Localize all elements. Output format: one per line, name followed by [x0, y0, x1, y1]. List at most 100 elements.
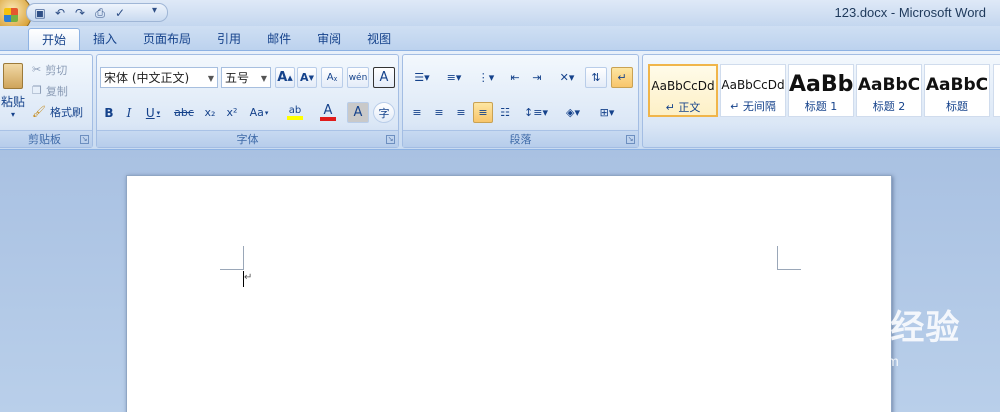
paint-bucket-icon: ◈▾: [566, 106, 580, 119]
character-border-label: A: [379, 70, 389, 85]
style-sample: AaBb: [789, 72, 853, 97]
customize-quick-access-icon[interactable]: ▾: [152, 5, 157, 16]
subscript-button[interactable]: x₂: [200, 102, 220, 123]
paragraph-launcher-icon[interactable]: ↘: [626, 135, 635, 144]
paste-dropdown-icon[interactable]: ▾: [11, 110, 15, 119]
style-name: 标题 2: [872, 100, 906, 113]
highlight-button[interactable]: ab: [279, 102, 311, 123]
format-painter-button[interactable]: 🖌 格式刷: [31, 101, 89, 122]
font-color-swatch: [320, 117, 336, 121]
change-case-button[interactable]: Aa ▾: [245, 102, 273, 123]
tab-view[interactable]: 视图: [354, 28, 404, 50]
decrease-indent-button[interactable]: ⇤: [505, 67, 525, 88]
style-name: 标题: [946, 100, 968, 113]
tab-mailings[interactable]: 邮件: [254, 28, 304, 50]
print-preview-icon[interactable]: ⎙: [93, 6, 107, 20]
style-title[interactable]: AaBbC 标题: [924, 64, 990, 117]
font-size-combo[interactable]: 五号 ▼: [221, 67, 271, 88]
show-hide-marks-button[interactable]: ↵: [611, 67, 633, 88]
font-launcher-icon[interactable]: ↘: [386, 135, 395, 144]
copy-label: 复制: [45, 84, 68, 98]
line-spacing-button[interactable]: ↕≡▾: [521, 102, 551, 123]
superscript-button[interactable]: x²: [222, 102, 242, 123]
font-color-button[interactable]: A: [313, 102, 343, 123]
character-shading-button[interactable]: A: [347, 102, 369, 123]
underline-button[interactable]: U ▾: [140, 102, 166, 123]
numbering-button[interactable]: ≡▾: [439, 67, 469, 88]
borders-icon: ⊞▾: [599, 106, 615, 119]
watermark-main: Bai du 经验: [770, 309, 961, 347]
style-no-spacing[interactable]: AaBbCcDd ↵ 无间隔: [720, 64, 786, 117]
enclose-characters-button[interactable]: 字: [373, 102, 395, 123]
quick-access-toolbar: ▣ ↶ ↷ ⎙ ✓: [26, 3, 168, 22]
style-name: ↵ 无间隔: [730, 100, 776, 113]
title-bar: ▣ ↶ ↷ ⎙ ✓ ▾ 123.docx - Microsoft Word: [0, 0, 1000, 34]
style-more-partial[interactable]: [993, 64, 1000, 117]
style-sample: AaBbC: [857, 75, 921, 95]
spelling-icon[interactable]: ✓: [113, 6, 127, 20]
style-sample: AaBbCcDd: [651, 79, 715, 93]
clipboard-launcher-icon[interactable]: ↘: [80, 135, 89, 144]
borders-button[interactable]: ⊞▾: [591, 102, 623, 123]
document-area: ↵: [0, 151, 1000, 412]
save-icon[interactable]: ▣: [33, 6, 47, 20]
clear-format-button[interactable]: Aᵪ: [321, 67, 343, 88]
multilevel-list-button[interactable]: ⋮▾: [471, 67, 501, 88]
line-spacing-icon: ↕≡▾: [524, 106, 548, 119]
cut-button[interactable]: ✂ 剪切: [31, 59, 89, 80]
tab-review[interactable]: 审阅: [304, 28, 354, 50]
office-logo-icon: [4, 8, 18, 22]
tab-insert[interactable]: 插入: [80, 28, 130, 50]
style-normal[interactable]: AaBbCcDd ↵ 正文: [648, 64, 718, 117]
superscript-label: x²: [226, 106, 238, 119]
paragraph-group: ☰▾ ≡▾ ⋮▾ ⇤ ⇥ ✕▾ ⇅ ↵ ≡ ≡ ≡ ≡ ☷ ↕≡▾ ◈▾ ⊞▾ …: [402, 54, 639, 148]
align-right-icon: ≡: [456, 106, 466, 119]
style-heading-2[interactable]: AaBbC 标题 2: [856, 64, 922, 117]
clipboard-group-label: 剪贴板: [0, 130, 92, 147]
tab-references[interactable]: 引用: [204, 28, 254, 50]
justify-icon: ≡: [478, 106, 488, 119]
increase-indent-button[interactable]: ⇥: [527, 67, 547, 88]
strikethrough-button[interactable]: abc: [170, 102, 198, 123]
highlight-color-swatch: [287, 116, 303, 120]
style-sample: AaBbCcDd: [721, 78, 785, 92]
distributed-button[interactable]: ☷: [495, 102, 515, 123]
cut-label: 剪切: [45, 63, 68, 77]
tab-home[interactable]: 开始: [28, 28, 81, 50]
shrink-font-button[interactable]: A ▼: [297, 67, 317, 88]
font-name-combo[interactable]: 宋体 (中文正文) ▼: [100, 67, 218, 88]
copy-button[interactable]: ❐ 复制: [31, 80, 89, 101]
chinese-layout-button[interactable]: ✕▾: [553, 67, 581, 88]
grow-font-button[interactable]: A ▲: [275, 67, 295, 88]
ribbon-tabs: 开始 插入 页面布局 引用 邮件 审阅 视图: [0, 26, 1000, 50]
clear-format-icon: Aᵪ: [326, 72, 338, 83]
shading-button[interactable]: ◈▾: [557, 102, 589, 123]
format-painter-label: 格式刷: [49, 105, 83, 119]
style-sample: AaBbC: [925, 75, 989, 95]
change-case-label: Aa: [249, 106, 264, 119]
italic-button[interactable]: I: [120, 102, 138, 123]
phonetic-guide-button[interactable]: wén: [347, 67, 369, 88]
font-size-value: 五号: [225, 71, 250, 85]
paste-button[interactable]: 粘贴 ▾: [0, 59, 27, 123]
justify-button[interactable]: ≡: [473, 102, 493, 123]
bold-button[interactable]: B: [100, 102, 118, 123]
align-center-button[interactable]: ≡: [429, 102, 449, 123]
tab-page-layout[interactable]: 页面布局: [130, 28, 204, 50]
bullets-button[interactable]: ☰▾: [407, 67, 437, 88]
clipboard-group: 粘贴 ▾ ✂ 剪切 ❐ 复制 🖌 格式刷 剪贴板 ↘: [0, 54, 93, 148]
decrease-indent-icon: ⇤: [510, 71, 520, 84]
sort-button[interactable]: ⇅: [585, 67, 607, 88]
chinese-layout-icon: ✕▾: [559, 71, 575, 84]
redo-icon[interactable]: ↷: [73, 6, 87, 20]
paste-label: 粘贴: [0, 95, 25, 109]
font-group-label: 字体: [97, 130, 398, 147]
style-heading-1[interactable]: AaBb 标题 1: [788, 64, 854, 117]
character-border-button[interactable]: A: [373, 67, 395, 88]
document-page[interactable]: ↵: [126, 175, 892, 412]
chevron-down-icon: ▼: [260, 74, 267, 83]
align-left-button[interactable]: ≡: [407, 102, 427, 123]
align-right-button[interactable]: ≡: [451, 102, 471, 123]
align-center-icon: ≡: [434, 106, 444, 119]
undo-icon[interactable]: ↶: [53, 6, 67, 20]
